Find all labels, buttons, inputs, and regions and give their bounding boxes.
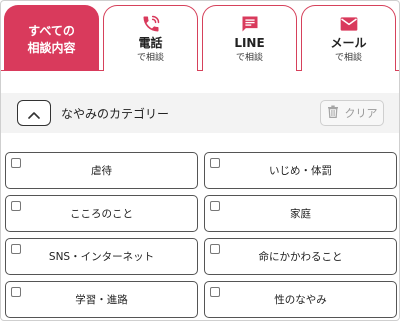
category-item[interactable]: 学習・進路 (5, 281, 198, 318)
clear-button[interactable]: クリア (320, 100, 384, 126)
consult-tabs: すべての 相談内容 電話 で相談 LINE で相談 メール で相談 (1, 1, 399, 71)
chat-icon (240, 14, 260, 34)
tab-all-line1: すべての (28, 23, 75, 38)
chevron-up-icon (28, 104, 40, 123)
category-label: 学習・進路 (75, 294, 128, 306)
category-title: なやみのカテゴリー (61, 107, 170, 121)
category-label: 虐待 (91, 165, 112, 177)
category-label: 命にかかわること (258, 251, 343, 263)
tab-all[interactable]: すべての 相談内容 (4, 5, 99, 71)
category-item[interactable]: SNS・インターネット (5, 238, 198, 275)
category-item[interactable]: 家庭 (204, 195, 397, 232)
collapse-button[interactable] (17, 100, 51, 126)
category-item[interactable]: こころのこと (5, 195, 198, 232)
category-label: こころのこと (70, 208, 133, 220)
category-item[interactable]: 虐待 (5, 152, 198, 189)
tab-phone[interactable]: 電話 で相談 (103, 5, 198, 71)
tab-line[interactable]: LINE で相談 (202, 5, 297, 71)
tab-line-title: LINE (234, 35, 265, 50)
phone-icon (141, 14, 161, 34)
category-item[interactable]: 命にかかわること (204, 238, 397, 275)
category-item[interactable]: 性のなやみ (204, 281, 397, 318)
tab-mail-sub: で相談 (334, 52, 362, 63)
tab-mail[interactable]: メール で相談 (301, 5, 396, 71)
category-header: なやみのカテゴリー クリア (1, 93, 399, 133)
tab-phone-sub: で相談 (136, 52, 164, 63)
category-label: SNS・インターネット (48, 251, 155, 263)
category-label: 性のなやみ (274, 294, 327, 306)
clear-label: クリア (344, 107, 378, 120)
tab-line-sub: で相談 (235, 52, 263, 63)
mail-icon (339, 14, 359, 34)
category-item[interactable]: いじめ・体罰 (204, 152, 397, 189)
tab-all-line2: 相談内容 (27, 40, 76, 55)
app-frame: すべての 相談内容 電話 で相談 LINE で相談 メール で相談 なやみのカテ… (0, 0, 400, 321)
tab-mail-title: メール (330, 35, 367, 50)
tab-phone-title: 電話 (138, 35, 163, 50)
trash-icon (327, 105, 339, 121)
category-grid: 虐待 いじめ・体罰 こころのこと 家庭 SNS・インターネット 命にかかわること… (1, 150, 399, 320)
category-label: 家庭 (290, 208, 311, 220)
category-label: いじめ・体罰 (269, 165, 332, 177)
